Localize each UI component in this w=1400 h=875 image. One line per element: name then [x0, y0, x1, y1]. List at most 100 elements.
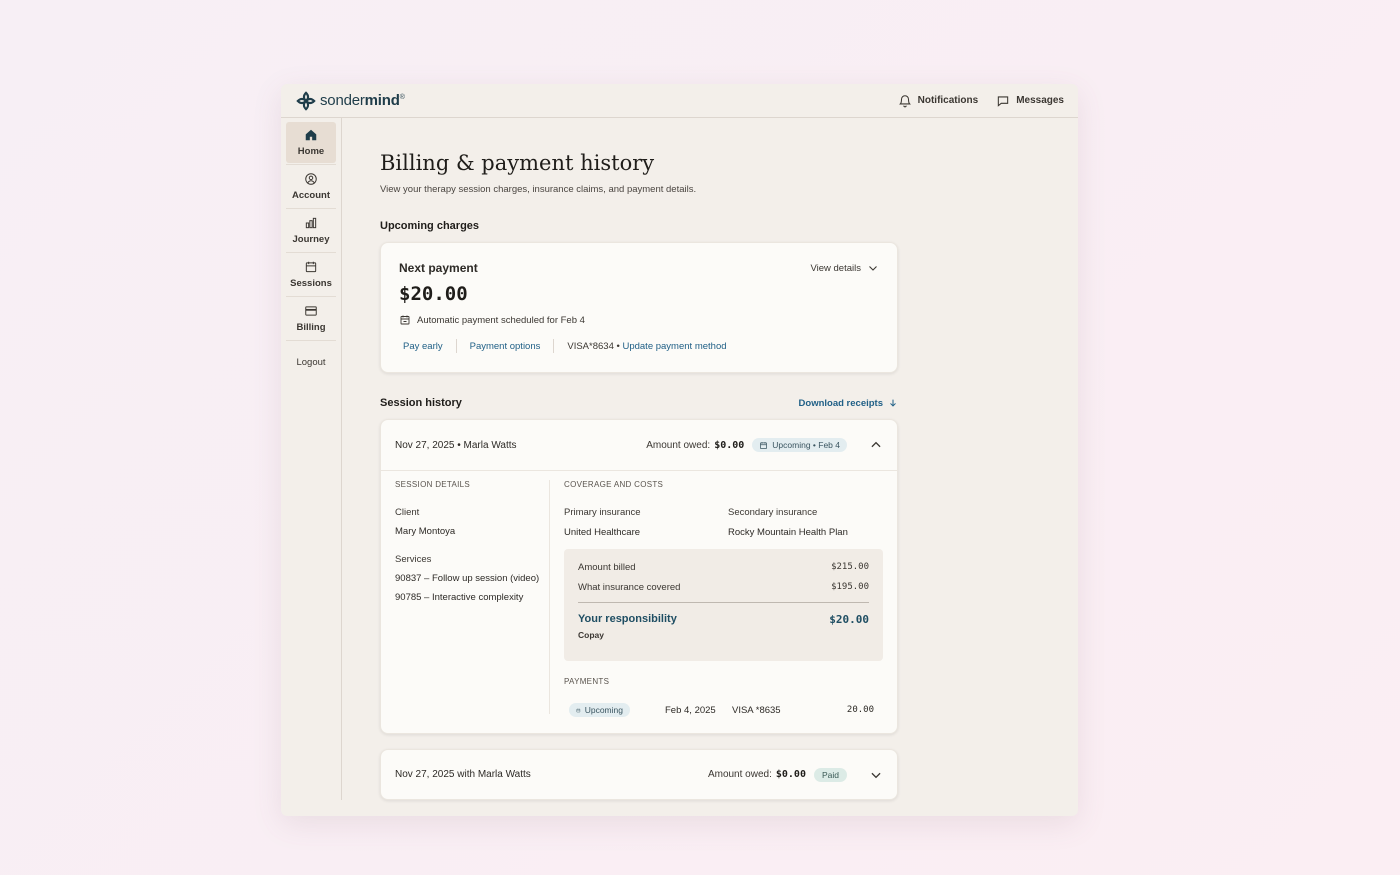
status-badge-label: Upcoming • Feb 4 [772, 440, 840, 450]
chat-bubble-icon [997, 95, 1009, 107]
amount-billed-row: Amount billed $215.00 [578, 562, 869, 573]
divider [553, 339, 555, 353]
coverage-column: Coverage and costs Primary insurance Sec… [550, 480, 883, 717]
coverage-caption: Coverage and costs [564, 480, 664, 489]
chevron-down-icon [871, 772, 881, 778]
responsibility-note: Copay [578, 630, 604, 640]
divider [286, 164, 336, 165]
calendar-repeat-icon [576, 708, 581, 712]
service-item: 90785 – Interactive complexity [395, 592, 524, 603]
divider [286, 252, 336, 253]
session-card-collapsed[interactable]: Nov 27, 2025 with Marla Watts Amount owe… [380, 749, 898, 800]
main-content: Billing & payment history View your ther… [380, 118, 900, 800]
sidebar-item-sessions[interactable]: Sessions [286, 254, 336, 295]
logo-text: sondermind® [320, 92, 405, 109]
view-details-toggle[interactable]: View details [810, 262, 879, 274]
chevron-down-icon [869, 266, 877, 271]
payment-status-label: Upcoming [584, 705, 623, 715]
next-payment-amount: $20.00 [399, 283, 468, 305]
session-card-expanded: Nov 27, 2025 • Marla Watts Amount owed: … [380, 419, 898, 734]
amount-owed-label: Amount owed: [646, 439, 711, 451]
card-masked: VISA*8634 • [567, 340, 620, 352]
amount-owed-label: Amount owed: [707, 769, 772, 780]
app-window: sondermind® Notifications Messages Home … [281, 84, 1078, 816]
primary-insurance-label: Primary insurance [564, 507, 641, 518]
secondary-insurance-label: Secondary insurance [728, 507, 818, 518]
calendar-icon [305, 261, 317, 273]
payment-method: VISA *8635 [732, 704, 781, 716]
calendar-repeat-icon [760, 441, 768, 449]
next-payment-title: Next payment [399, 261, 478, 275]
sidebar-item-journey[interactable]: Journey [286, 210, 336, 251]
status-badge: Upcoming • Feb 4 [752, 438, 847, 452]
view-details-label: View details [810, 262, 861, 274]
sidebar-item-label: Journey [292, 234, 330, 245]
bell-icon [898, 94, 911, 107]
session-title: Nov 27, 2025 • Marla Watts [395, 439, 517, 451]
amount-billed-label: Amount billed [578, 562, 636, 573]
sondermind-logo-icon [296, 90, 316, 111]
client-value: Mary Montoya [395, 526, 456, 537]
user-circle-icon [305, 173, 317, 185]
services-label: Services [395, 554, 432, 565]
service-item: 90837 – Follow up session (video) [395, 573, 540, 584]
auto-payment-info: Automatic payment scheduled for Feb 4 [399, 314, 879, 326]
amount-owed-value: $0.00 [714, 439, 745, 451]
sidebar-item-billing[interactable]: Billing [286, 298, 336, 339]
sidebar-item-account[interactable]: Account [286, 166, 336, 207]
sidebar-item-label: Home [297, 146, 325, 157]
payment-status-badge: Upcoming [569, 703, 630, 717]
next-payment-card: Next payment View details $20.00 Automat… [380, 242, 898, 373]
insurance-grid: Primary insurance Secondary insurance Un… [564, 507, 883, 538]
top-bar: sondermind® Notifications Messages [281, 84, 1078, 118]
logout-link[interactable]: Logout [281, 357, 341, 368]
payments-caption: Payments [564, 677, 610, 686]
sidebar: Home Account Journey Sessions Billing Lo… [281, 118, 342, 800]
page-title: Billing & payment history [380, 151, 655, 175]
upcoming-charges-heading: Upcoming charges [380, 220, 480, 232]
auto-payment-text: Automatic payment scheduled for Feb 4 [417, 314, 585, 326]
payment-amount: 20.00 [846, 705, 874, 715]
sidebar-item-home[interactable]: Home [286, 122, 336, 163]
session-history-heading: Session history [380, 397, 462, 409]
insurance-covered-value: $195.00 [831, 582, 869, 592]
payment-row: Upcoming Feb 4, 2025 VISA *8635 20.00 [564, 703, 883, 717]
chevron-up-icon [871, 441, 881, 448]
notifications-button[interactable]: Notifications [898, 94, 979, 108]
logo[interactable]: sondermind® [295, 90, 405, 112]
top-actions: Notifications Messages [898, 94, 1064, 108]
payment-date: Feb 4, 2025 [665, 704, 716, 716]
expand-button[interactable] [869, 768, 883, 782]
divider [286, 208, 336, 209]
calendar-repeat-icon [400, 315, 410, 325]
responsibility-label: Your responsibility [578, 613, 677, 625]
session-details-column: Session details Client Mary Montoya Serv… [395, 480, 550, 714]
session-details-caption: Session details [395, 480, 471, 489]
pay-early-link[interactable]: Pay early [403, 341, 443, 352]
amount-owed-value: $0.00 [775, 769, 806, 780]
collapse-button[interactable] [869, 438, 883, 452]
page-subtitle: View your therapy session charges, insur… [380, 184, 697, 195]
insurance-covered-row: What insurance covered $195.00 [578, 582, 869, 593]
messages-label: Messages [1016, 95, 1064, 106]
update-payment-method-link[interactable]: Update payment method [622, 341, 726, 352]
divider [286, 340, 336, 341]
divider [455, 339, 457, 353]
notifications-label: Notifications [917, 95, 979, 106]
status-badge: Paid [813, 767, 847, 782]
secondary-insurance-value: Rocky Mountain Health Plan [728, 527, 848, 538]
sidebar-item-label: Billing [296, 322, 326, 333]
payment-options-link[interactable]: Payment options [470, 341, 541, 352]
primary-insurance-value: United Healthcare [564, 527, 641, 538]
arrow-down-icon [890, 399, 896, 407]
sidebar-item-label: Sessions [290, 278, 332, 289]
home-icon [305, 129, 317, 141]
payment-actions: Pay early Payment options VISA*8634 • Up… [399, 339, 879, 353]
divider [286, 296, 336, 297]
download-receipts-link[interactable]: Download receipts [799, 398, 898, 409]
session-title: Nov 27, 2025 with Marla Watts [395, 769, 531, 780]
credit-card-icon [305, 306, 317, 316]
messages-button[interactable]: Messages [996, 94, 1064, 108]
session-card-header[interactable]: Nov 27, 2025 • Marla Watts Amount owed: … [381, 420, 897, 471]
insurance-covered-label: What insurance covered [578, 582, 681, 593]
